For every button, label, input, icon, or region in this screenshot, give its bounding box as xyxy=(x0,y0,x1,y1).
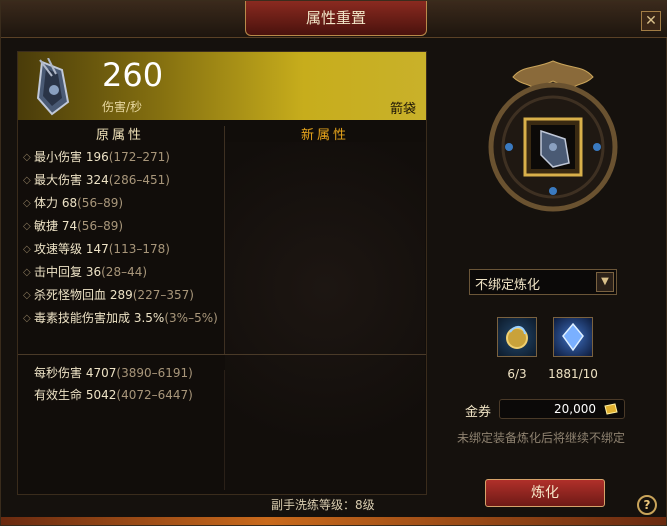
attribute-panel: 260 伤害/秒 箭袋 原属性 新属性 ◇ 最小伤害 196(172–271) ◇… xyxy=(17,51,427,495)
stat-row: ◇ 最小伤害 196(172–271) xyxy=(18,146,224,169)
diamond-icon: ◇ xyxy=(23,198,31,209)
item-header: 260 伤害/秒 箭袋 xyxy=(18,52,426,120)
stat-name: 毒素技能伤害加成 xyxy=(34,311,131,325)
material-2-graphic xyxy=(562,322,584,352)
summary-life-range: (4072–6447) xyxy=(116,388,193,402)
summary-life-row: 有效生命 5042(4072–6447) xyxy=(34,384,234,406)
material-2-count: 1881/10 xyxy=(548,367,598,381)
column-divider xyxy=(224,126,225,354)
window-title: 属性重置 xyxy=(245,1,427,36)
stat-row: ◇ 攻速等级 147(113–178) xyxy=(18,238,224,261)
original-attributes-header: 原属性 xyxy=(95,128,144,143)
gold-coupon-label: 金券 xyxy=(465,405,492,420)
stat-row: ◇ 体力 68(56–89) xyxy=(18,192,224,215)
stat-name: 敏捷 xyxy=(34,219,59,233)
diamond-icon: ◇ xyxy=(23,267,31,278)
stat-row: ◇ 最大伤害 324(286–451) xyxy=(18,169,224,192)
stat-value: 196 xyxy=(85,150,109,164)
stat-row: ◇ 毒素技能伤害加成 3.5%(3%–5%) xyxy=(18,307,224,327)
chevron-down-icon[interactable]: ▼ xyxy=(596,272,614,292)
stat-range: (28–44) xyxy=(101,265,148,279)
stat-row: ◇ 敏捷 74(56–89) xyxy=(18,215,224,238)
stat-value: 147 xyxy=(85,242,109,256)
material-1-graphic xyxy=(506,326,528,349)
summary-stats: 每秒伤害 4707(3890–6191) 有效生命 5042(4072–6447… xyxy=(34,362,234,406)
stat-range: (172–271) xyxy=(108,150,170,164)
quiver-icon xyxy=(36,58,70,116)
diamond-icon: ◇ xyxy=(23,175,31,186)
item-slot-emblem xyxy=(488,60,618,212)
stat-row: ◇ 杀死怪物回血 289(227–357) xyxy=(18,284,224,307)
stat-value: 36 xyxy=(85,265,102,279)
diamond-icon: ◇ xyxy=(23,290,31,301)
stat-range: (3%–5%) xyxy=(164,311,218,325)
offhand-refine-level: 副手洗练等级：8级 xyxy=(271,498,375,512)
blue-crystal-icon[interactable] xyxy=(553,317,593,357)
help-button[interactable]: ? xyxy=(637,495,657,515)
material-1-count: 6/3 xyxy=(507,367,527,381)
summary-dps-value: 4707 xyxy=(85,366,117,380)
summary-life-label: 有效生命 xyxy=(34,388,83,402)
summary-divider xyxy=(18,354,426,355)
diamond-icon: ◇ xyxy=(23,313,31,324)
stat-row: ◇ 击中回复 36(28–44) xyxy=(18,261,224,284)
refine-mode-select[interactable]: 不绑定炼化 ▼ xyxy=(469,269,617,295)
bottom-bar xyxy=(1,517,666,525)
diamond-icon: ◇ xyxy=(23,221,31,232)
stat-range: (227–357) xyxy=(132,288,194,302)
summary-dps-label: 每秒伤害 xyxy=(34,366,83,380)
refine-button[interactable]: 炼化 xyxy=(485,479,605,507)
attribute-reset-window: 属性重置 ✕ 260 伤害/秒 箭袋 原属性 新属性 ◇ 最小伤害 196(172… xyxy=(0,0,667,526)
stat-value: 324 xyxy=(85,173,109,187)
stat-name: 体力 xyxy=(34,196,59,210)
stat-name: 攻速等级 xyxy=(34,242,83,256)
item-dps-value: 260 xyxy=(102,56,164,94)
original-attribute-list: ◇ 最小伤害 196(172–271) ◇ 最大伤害 324(286–451) ◇ 体… xyxy=(18,146,224,327)
diamond-icon: ◇ xyxy=(23,244,31,255)
new-attributes-header: 新属性 xyxy=(300,128,349,143)
summary-life-value: 5042 xyxy=(85,388,117,402)
new-attributes-area xyxy=(225,142,425,490)
close-button[interactable]: ✕ xyxy=(641,11,661,31)
gold-orb-icon[interactable] xyxy=(497,317,537,357)
summary-dps-range: (3890–6191) xyxy=(116,366,193,380)
stat-range: (113–178) xyxy=(108,242,170,256)
stat-name: 最大伤害 xyxy=(34,173,83,187)
stat-value: 68 xyxy=(61,196,78,210)
stat-value: 289 xyxy=(109,288,133,302)
summary-dps-row: 每秒伤害 4707(3890–6191) xyxy=(34,362,234,384)
title-bar: 属性重置 ✕ xyxy=(1,1,667,38)
stat-name: 击中回复 xyxy=(34,265,83,279)
stat-name: 杀死怪物回血 xyxy=(34,288,107,302)
gold-coupon-box: 20,000 xyxy=(499,399,625,419)
stat-range: (286–451) xyxy=(108,173,170,187)
stat-name: 最小伤害 xyxy=(34,150,83,164)
gold-coupon-value: 20,000 xyxy=(554,402,596,416)
item-type: 箭袋 xyxy=(389,102,416,117)
stat-range: (56–89) xyxy=(77,196,124,210)
bind-note: 未绑定装备炼化后将继续不绑定 xyxy=(457,431,626,445)
stat-value: 74 xyxy=(61,219,78,233)
diamond-icon: ◇ xyxy=(23,152,31,163)
item-dps-label: 伤害/秒 xyxy=(102,100,143,114)
stat-range: (56–89) xyxy=(77,219,124,233)
gold-coupon-icon xyxy=(604,403,618,415)
refine-mode-value: 不绑定炼化 xyxy=(475,278,541,293)
stat-value: 3.5% xyxy=(133,311,165,325)
